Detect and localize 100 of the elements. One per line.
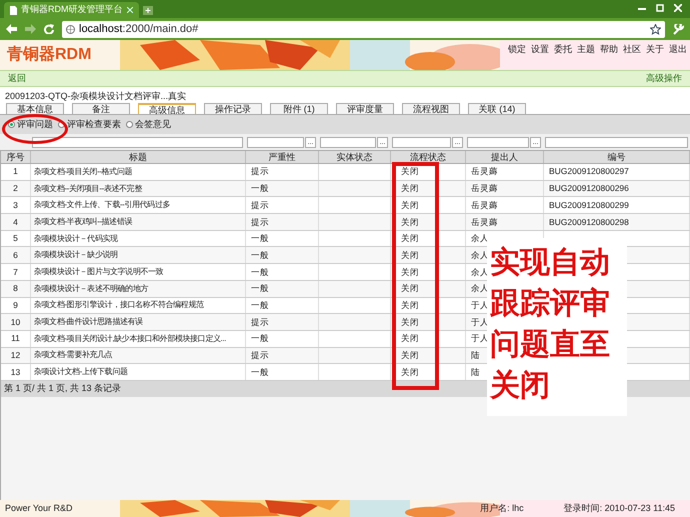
- slogan: Power Your R&D: [5, 502, 73, 515]
- column-header: 实体状态: [319, 151, 391, 163]
- new-tab-icon[interactable]: [142, 6, 154, 15]
- menu-link[interactable]: 社区: [623, 43, 641, 56]
- record-title: 20091203-QTQ-杂项模块设计文档评审...真实: [4, 90, 188, 101]
- table-cell: 杂项文档-需要补充几点: [34, 349, 112, 362]
- table-cell: BUG2009120800299: [549, 198, 629, 212]
- app-logo: 青铜器RDM: [7, 44, 92, 65]
- reload-icon[interactable]: [44, 24, 54, 34]
- filter-field[interactable]: [467, 136, 529, 148]
- column-header: 严重性: [246, 151, 319, 163]
- table-cell: 于人: [471, 298, 489, 312]
- menu-link[interactable]: 设置: [531, 43, 549, 56]
- minimize-icon[interactable]: [638, 6, 646, 10]
- table-cell: 岳灵薅: [471, 182, 498, 195]
- table-cell: 关闭: [401, 282, 419, 296]
- table-cell: 余人: [471, 248, 489, 262]
- restore-icon[interactable]: [656, 4, 664, 12]
- tab[interactable]: 流程视图: [402, 103, 460, 114]
- table-cell: 4: [13, 216, 18, 228]
- tab[interactable]: 附件 (1): [270, 103, 328, 114]
- table-cell: 7: [13, 266, 18, 278]
- pager-text: 第 1 页/ 共 1 页, 共 13 条记录: [4, 382, 122, 396]
- table-cell: BUG2009120800298: [549, 216, 629, 228]
- table-cell: 关闭: [401, 266, 419, 278]
- tab-title: 青铜器RDM研发管理平台: [21, 3, 122, 16]
- forward-icon[interactable]: [25, 24, 36, 34]
- table-cell: BUG2009120800296: [549, 182, 629, 195]
- table-cell: 于人: [471, 332, 489, 346]
- table-cell: 提示: [251, 216, 269, 228]
- table-cell: 10: [10, 316, 20, 328]
- table-cell: 8: [13, 282, 18, 296]
- column-header: 标题: [31, 151, 246, 163]
- table-cell: 岳灵薅: [471, 198, 498, 212]
- tab[interactable]: 关联 (14): [468, 103, 526, 114]
- table-cell: 余人: [471, 232, 489, 245]
- table-cell: 杂项文档-图形引擎设计，接口名称不符合编程规范: [34, 299, 204, 312]
- menu-link[interactable]: 锁定: [508, 43, 526, 56]
- table-cell: 余人: [471, 282, 489, 296]
- menu-link[interactable]: 委托: [554, 43, 572, 56]
- table-cell: 关闭: [401, 366, 419, 378]
- table-cell: 关闭: [401, 316, 419, 328]
- table-cell: 杂项文档--关闭项目--表述不完整: [34, 182, 142, 195]
- table-cell: 杂项文档-项目关闭设计,缺少本接口和外部模块接口定义...: [34, 332, 226, 345]
- table-cell: 5: [13, 232, 18, 245]
- table-cell: 关闭: [401, 248, 419, 262]
- menu-link[interactable]: 退出: [669, 43, 687, 56]
- tab[interactable]: 高级信息: [138, 103, 196, 114]
- table-cell: 杂项文档-半夜鸡叫--描述错误: [34, 216, 132, 228]
- login-time: 登录时间: 2010-07-23 11:45: [564, 502, 675, 515]
- table-cell: 关闭: [401, 165, 419, 178]
- wrench-icon[interactable]: [673, 24, 684, 34]
- table-cell: 关闭: [401, 182, 419, 195]
- highlight-ellipse: [2, 114, 68, 144]
- table-cell: 杂项文档-文件上传、下载--引用代码过多: [34, 199, 170, 212]
- address-field[interactable]: localhost:2000/main.do#: [62, 20, 665, 38]
- table-cell: 关闭: [401, 332, 419, 346]
- menu-link[interactable]: 帮助: [600, 43, 618, 56]
- filter-field[interactable]: [320, 136, 376, 148]
- filter-field[interactable]: [545, 136, 688, 148]
- close-icon[interactable]: [127, 7, 133, 13]
- filter-field[interactable]: [247, 136, 304, 148]
- table-cell: 于人: [471, 316, 489, 328]
- page-icon: [10, 6, 17, 14]
- radio-option[interactable]: 评审问题: [8, 118, 53, 132]
- back-link[interactable]: 返回: [8, 72, 26, 86]
- user-name: 用户名: lhc: [480, 502, 524, 515]
- table-cell: 12: [10, 349, 20, 362]
- column-header: 编号: [544, 151, 690, 163]
- tab[interactable]: 评审度量: [336, 103, 394, 114]
- table-cell: BUG2009120800297: [549, 165, 629, 178]
- table-cell: 杂项模块设计－图片与文字说明不一致: [34, 266, 164, 278]
- table-cell: 一般: [251, 248, 269, 262]
- tab[interactable]: 备注: [72, 103, 130, 114]
- table-cell: 陆: [471, 366, 480, 378]
- tab[interactable]: 操作记录: [204, 103, 262, 114]
- menu-link[interactable]: 关于: [646, 43, 664, 56]
- radio-option[interactable]: 评审检查要素: [58, 118, 121, 132]
- radio-option[interactable]: 会签意见: [126, 118, 171, 132]
- column-header: 序号: [1, 151, 31, 163]
- table-cell: 一般: [251, 332, 269, 346]
- table-cell: 杂项文档-曲件设计思路描述有误: [34, 316, 143, 328]
- table-cell: 关闭: [401, 232, 419, 245]
- table-cell: 余人: [471, 266, 489, 278]
- advanced-link[interactable]: 高级操作: [646, 72, 682, 86]
- column-header: 提出人: [466, 151, 544, 163]
- table-cell: 一般: [251, 266, 269, 278]
- tab[interactable]: 基本信息: [6, 103, 64, 114]
- table-cell: 提示: [251, 349, 269, 362]
- table-cell: 杂项模块设计－缺少说明: [34, 249, 118, 262]
- table-cell: 岳灵薅: [471, 216, 498, 228]
- filter-field[interactable]: [32, 136, 243, 148]
- back-icon[interactable]: [6, 24, 17, 34]
- table-cell: 一般: [251, 182, 269, 195]
- filter-field[interactable]: [392, 136, 451, 148]
- table-cell: 1: [13, 165, 18, 178]
- menu-link[interactable]: 主题: [577, 43, 595, 56]
- table-cell: 9: [13, 298, 18, 312]
- table-cell: 提示: [251, 316, 269, 328]
- star-icon[interactable]: [650, 24, 661, 34]
